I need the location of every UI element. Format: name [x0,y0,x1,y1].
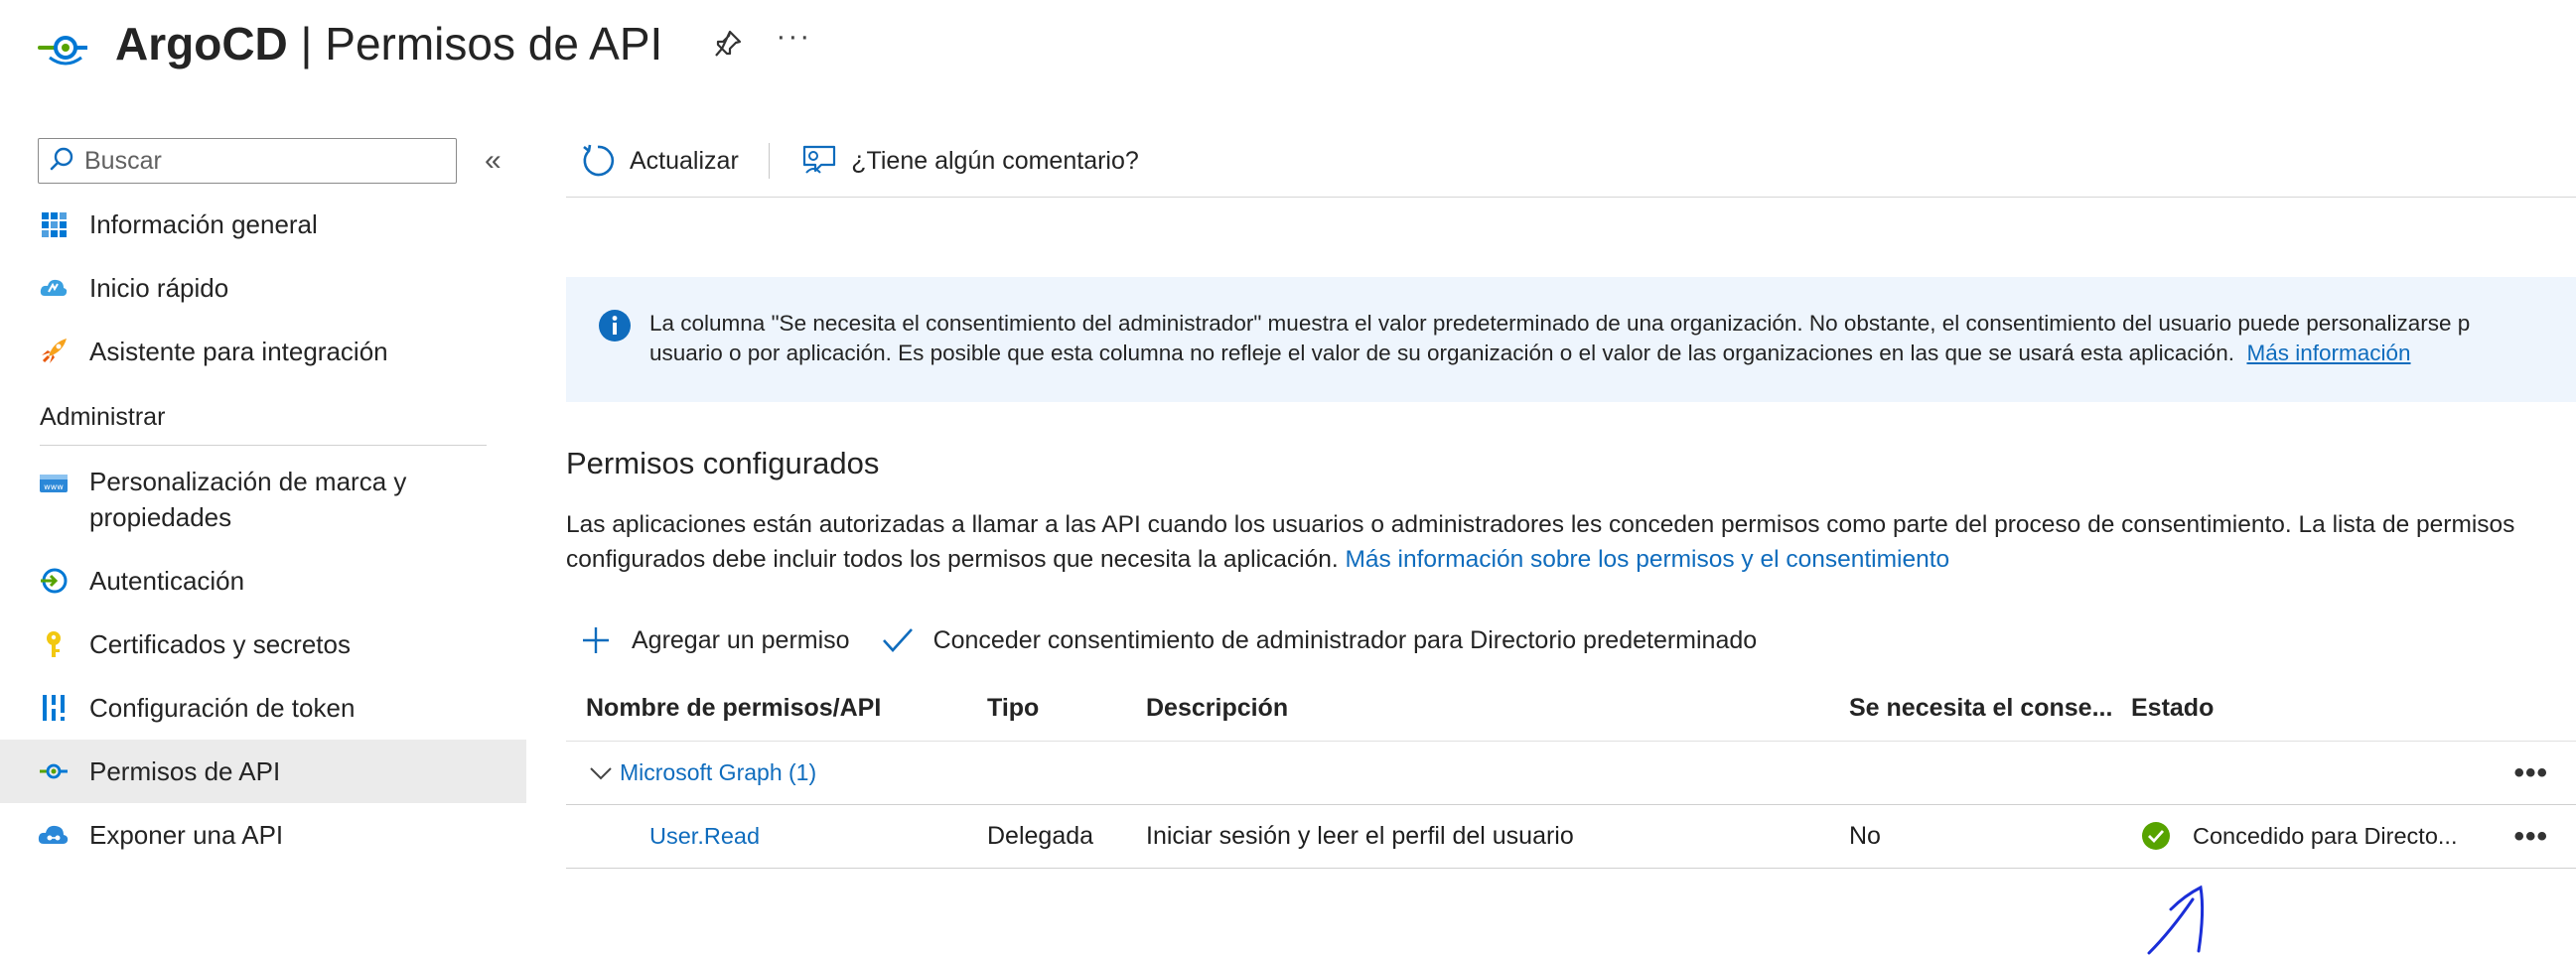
column-header-description[interactable]: Descripción [1146,694,1849,723]
search-icon [49,146,74,177]
sidebar-item-label: Información general [89,208,318,239]
token-icon [38,692,70,724]
sidebar-section-manage: Administrar [40,403,166,431]
info-banner-text: La columna "Se necesita el consentimient… [649,309,2470,402]
sidebar-item-token-configuration[interactable]: Configuración de token [0,676,526,740]
info-line-2: usuario o por aplicación. Es posible que… [649,339,2470,368]
more-info-link[interactable]: Más información [2246,341,2410,365]
feedback-button[interactable]: ¿Tiene algún comentario? [799,141,1139,181]
main-content: Actualizar ¿Tiene algún comentario? La c… [566,137,2576,869]
column-header-name[interactable]: Nombre de permisos/API [566,694,987,723]
sidebar-item-quickstart[interactable]: Inicio rápido [0,256,526,320]
api-permissions-icon [38,755,70,787]
permission-description-cell: Iniciar sesión y leer el perfil del usua… [1146,822,1574,850]
add-permission-button[interactable]: Agregar un permiso [578,622,850,658]
rocket-icon [38,336,70,367]
page-title: ArgoCD | Permisos de API [115,17,662,70]
column-header-admin-consent[interactable]: Se necesita el conse... [1849,694,2131,723]
auth-icon [38,565,70,597]
more-options-button[interactable]: ··· [776,22,811,61]
info-line-1: La columna "Se necesita el consentimient… [649,311,2471,336]
sidebar-item-label: Configuración de token [89,692,356,723]
sidebar-item-overview[interactable]: Información general [0,193,526,256]
app-name: ArgoCD [115,18,288,69]
svg-text:www: www [44,482,64,491]
permissions-info-link[interactable]: Más información sobre los permisos y el … [1345,546,1949,573]
admin-consent-cell: No [1849,822,1881,850]
grant-consent-label: Conceder consentimiento de administrador… [932,625,1758,654]
row-more-button[interactable]: ••• [2513,821,2548,851]
grant-admin-consent-button[interactable]: Conceder consentimiento de administrador… [880,622,1758,658]
chevron-down-icon[interactable] [588,759,616,787]
refresh-button[interactable]: Actualizar [578,141,739,181]
table-row: User.Read Delegada Iniciar sesión y leer… [566,805,2576,869]
pin-icon[interactable] [710,26,746,62]
sidebar-item-label: Asistente para integración [89,336,388,366]
sidebar-item-label: Inicio rápido [89,272,229,303]
checkmark-icon [880,622,916,658]
success-check-icon [2141,821,2173,853]
sidebar-item-integration-assistant[interactable]: Asistente para integración [0,320,526,383]
sidebar: « Información general Inicio rápido Asis… [0,137,526,867]
info-banner: La columna "Se necesita el consentimient… [566,277,2576,402]
sidebar-item-label: Personalización de marca y propiedades [89,467,407,532]
sidebar-item-label: Exponer una API [89,819,284,850]
info-line-2-text: usuario o por aplicación. Es posible que… [649,341,2234,365]
permission-name-cell: User.Read [566,823,987,850]
sidebar-divider [40,445,487,446]
column-header-status[interactable]: Estado [2131,694,2576,723]
branding-icon: www [38,468,70,499]
search-box[interactable] [38,138,457,184]
table-group-row: Microsoft Graph (1) ••• [566,742,2576,805]
key-icon [38,628,70,660]
column-header-type[interactable]: Tipo [987,694,1146,723]
group-more-button[interactable]: ••• [2513,757,2548,787]
sidebar-item-branding[interactable]: www Personalización de marca y propiedad… [0,450,526,549]
permission-type-cell: Delegada [987,822,1094,850]
cloud-icon [38,272,70,304]
toolbar-separator [768,143,771,179]
sidebar-item-label: Certificados y secretos [89,628,351,659]
refresh-label: Actualizar [630,146,739,175]
refresh-icon [578,141,618,181]
sidebar-item-certificates[interactable]: Certificados y secretos [0,613,526,676]
command-bar: Actualizar ¿Tiene algún comentario? [566,137,2576,185]
sidebar-item-api-permissions[interactable]: Permisos de API [0,740,526,803]
cloud-api-icon [38,819,70,851]
title-separator: | [287,18,326,69]
feedback-label: ¿Tiene algún comentario? [851,146,1139,175]
annotation-arrow-icon [2141,882,2220,955]
add-permission-label: Agregar un permiso [632,625,850,654]
sidebar-item-authentication[interactable]: Autenticación [0,549,526,613]
feedback-icon [799,141,839,181]
status-badge: Concedido para Directo... [2131,821,2459,853]
sidebar-item-expose-api[interactable]: Exponer una API [0,803,526,867]
collapse-sidebar-button[interactable]: « [485,144,501,178]
info-icon [598,309,632,342]
api-permissions-icon [36,14,95,73]
section-title: Permisos configurados [566,446,880,480]
permission-link[interactable]: User.Read [649,823,760,849]
plus-icon [578,622,614,658]
page-header: ArgoCD | Permisos de API ··· [36,14,811,73]
sidebar-item-label: Autenticación [89,565,245,596]
toolbar-divider [566,197,2576,198]
status-cell: Concedido para Directo... [2131,821,2576,853]
grid-icon [38,208,70,240]
sidebar-item-label: Permisos de API [89,755,281,786]
search-input[interactable] [84,146,442,176]
permissions-actions: Agregar un permiso Conceder consentimien… [566,620,2576,660]
section-description: Las aplicaciones están autorizadas a lla… [566,507,2562,577]
status-text: Concedido para Directo... [2193,823,2458,849]
sidebar-search-row: « [0,137,526,185]
permissions-table: Nombre de permisos/API Tipo Descripción … [566,676,2576,869]
sidebar-nav: Información general Inicio rápido Asiste… [0,193,526,867]
api-group-link[interactable]: Microsoft Graph (1) [620,759,816,786]
table-header: Nombre de permisos/API Tipo Descripción … [566,676,2576,742]
page-name: Permisos de API [325,18,663,69]
